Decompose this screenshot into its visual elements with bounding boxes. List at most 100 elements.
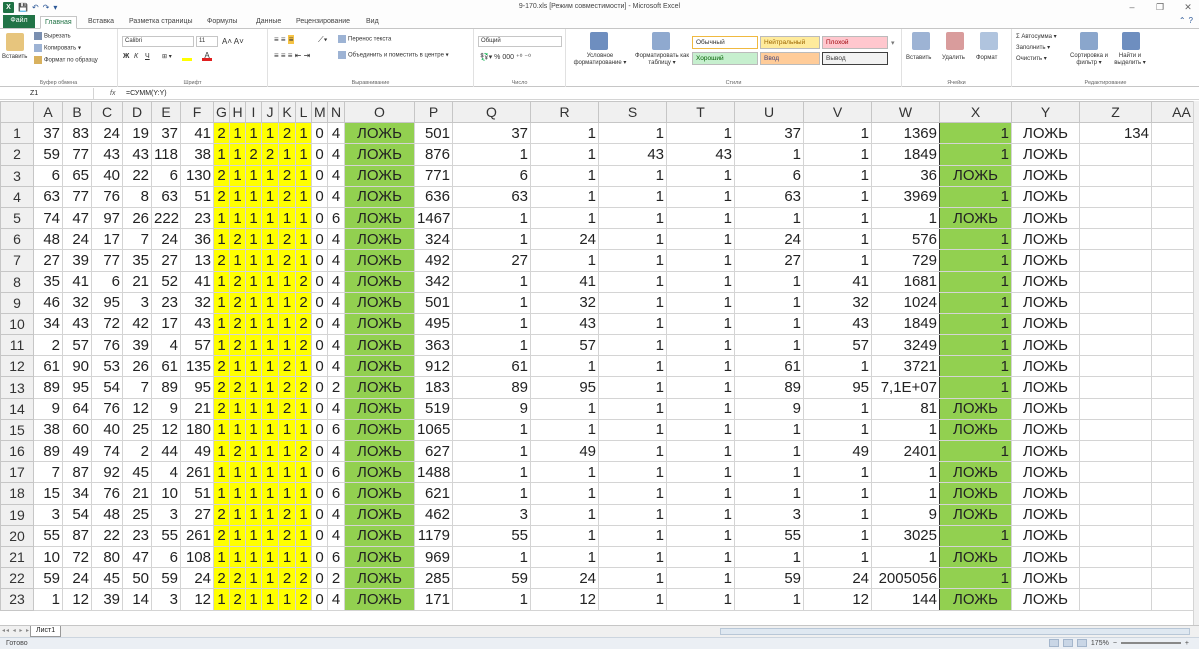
cell[interactable] <box>1151 355 1199 378</box>
column-header[interactable]: I <box>245 101 262 124</box>
cell[interactable]: 1 <box>261 397 279 420</box>
cell[interactable]: 61 <box>452 355 531 378</box>
cell[interactable]: 3721 <box>871 355 940 378</box>
cell[interactable]: 1 <box>261 185 279 208</box>
cell[interactable]: 1 <box>229 164 246 187</box>
column-header[interactable]: H <box>229 101 246 124</box>
cell[interactable]: 324 <box>414 228 453 251</box>
cell[interactable]: 2 <box>213 122 230 145</box>
cell[interactable]: 1 <box>278 206 296 230</box>
row-header[interactable]: 19 <box>0 503 34 526</box>
cell[interactable]: 53 <box>91 355 123 378</box>
cell[interactable]: ЛОЖЬ <box>344 397 415 420</box>
cell[interactable]: 1 <box>666 185 735 208</box>
cell[interactable]: 1 <box>803 228 872 251</box>
cell[interactable]: 44 <box>151 439 181 463</box>
cell[interactable]: ЛОЖЬ <box>344 524 415 547</box>
cell[interactable]: 1 <box>245 439 262 463</box>
cell[interactable]: 1 <box>278 143 296 166</box>
font-size-select[interactable]: 11 <box>196 36 218 47</box>
cell[interactable]: 14 <box>122 588 152 611</box>
cell[interactable]: 1 <box>213 461 230 484</box>
cell[interactable]: 1 <box>261 164 279 187</box>
cell[interactable]: 89 <box>452 376 531 399</box>
cell[interactable]: 1 <box>229 206 246 230</box>
cell[interactable]: 1 <box>939 185 1012 208</box>
tab-file[interactable]: Файл <box>3 15 35 28</box>
cell[interactable]: 1 <box>295 355 312 378</box>
cell[interactable]: 9 <box>33 397 63 420</box>
row-header[interactable]: 2 <box>0 143 34 166</box>
column-header[interactable]: M <box>311 101 328 124</box>
cell[interactable]: ЛОЖЬ <box>344 206 415 230</box>
cell[interactable]: 37 <box>734 122 804 145</box>
cell[interactable]: 1 <box>261 503 279 526</box>
column-header[interactable]: S <box>598 101 667 124</box>
cell[interactable]: 1 <box>666 567 735 590</box>
cell[interactable]: 25 <box>122 503 152 526</box>
cell[interactable]: 2 <box>213 503 230 526</box>
cell[interactable]: 1 <box>803 355 872 378</box>
page-layout-view-icon[interactable] <box>1062 639 1073 647</box>
cell[interactable]: ЛОЖЬ <box>344 185 415 208</box>
cell[interactable]: 0 <box>311 503 328 526</box>
cell[interactable]: 501 <box>414 122 453 145</box>
cell[interactable]: 1 <box>666 439 735 463</box>
cell[interactable]: 41 <box>180 270 214 293</box>
cell[interactable]: 7 <box>122 376 152 399</box>
cell[interactable]: 57 <box>803 334 872 357</box>
cell[interactable]: 1 <box>939 122 1012 145</box>
cell[interactable]: 72 <box>62 545 92 569</box>
cell[interactable]: 36 <box>871 164 940 187</box>
cell[interactable]: ЛОЖЬ <box>939 545 1012 569</box>
cell[interactable]: 1 <box>245 164 262 187</box>
bold-button[interactable]: Ж <box>123 53 129 60</box>
cell[interactable]: ЛОЖЬ <box>1011 439 1080 463</box>
cell[interactable]: 1 <box>530 249 599 272</box>
cell[interactable]: 1 <box>33 588 63 611</box>
cell[interactable]: ЛОЖЬ <box>344 588 415 611</box>
cell[interactable]: 1 <box>278 545 296 569</box>
name-box[interactable]: Z1 <box>0 88 94 100</box>
cell[interactable]: 2 <box>229 228 246 251</box>
cell[interactable]: 26 <box>122 355 152 378</box>
cell[interactable]: 1 <box>213 334 230 357</box>
cell[interactable]: 7 <box>122 228 152 251</box>
cell[interactable]: ЛОЖЬ <box>344 334 415 357</box>
cell[interactable]: 1 <box>803 503 872 526</box>
cell[interactable]: 1 <box>939 270 1012 293</box>
conditional-format-button[interactable]: Условное форматирование ▾ <box>568 53 632 67</box>
cell[interactable] <box>1079 503 1152 526</box>
zoom-slider[interactable] <box>1120 642 1181 644</box>
select-all-corner[interactable] <box>0 101 34 124</box>
cell[interactable]: 1 <box>666 503 735 526</box>
cell[interactable]: 89 <box>734 376 804 399</box>
cell[interactable]: 21 <box>122 270 152 293</box>
cell[interactable]: 1 <box>229 143 246 166</box>
cell[interactable] <box>1151 143 1199 166</box>
cell[interactable]: 6 <box>151 545 181 569</box>
cell[interactable]: 1 <box>803 143 872 166</box>
cell[interactable]: 1 <box>530 545 599 569</box>
cell[interactable]: 1065 <box>414 418 453 442</box>
cell[interactable] <box>1079 249 1152 272</box>
cell[interactable]: 49 <box>180 439 214 463</box>
cell[interactable]: ЛОЖЬ <box>939 482 1012 505</box>
cell[interactable]: 1 <box>734 291 804 314</box>
cell[interactable]: 222 <box>151 206 181 230</box>
cell[interactable]: 0 <box>311 418 328 442</box>
cell[interactable]: 1 <box>229 524 246 547</box>
cell[interactable]: 1 <box>530 524 599 547</box>
cell[interactable]: 35 <box>33 270 63 293</box>
cell[interactable]: 41 <box>62 270 92 293</box>
cell[interactable]: 2 <box>245 143 262 166</box>
cell[interactable]: 1 <box>452 270 531 293</box>
cell[interactable]: 1 <box>295 228 312 251</box>
cell[interactable]: 57 <box>62 334 92 357</box>
cell[interactable]: 81 <box>871 397 940 420</box>
cell[interactable]: 1 <box>261 312 279 336</box>
cell[interactable]: ЛОЖЬ <box>1011 270 1080 293</box>
cell[interactable]: 12 <box>62 588 92 611</box>
cell[interactable] <box>1079 355 1152 378</box>
cell[interactable] <box>1151 397 1199 420</box>
